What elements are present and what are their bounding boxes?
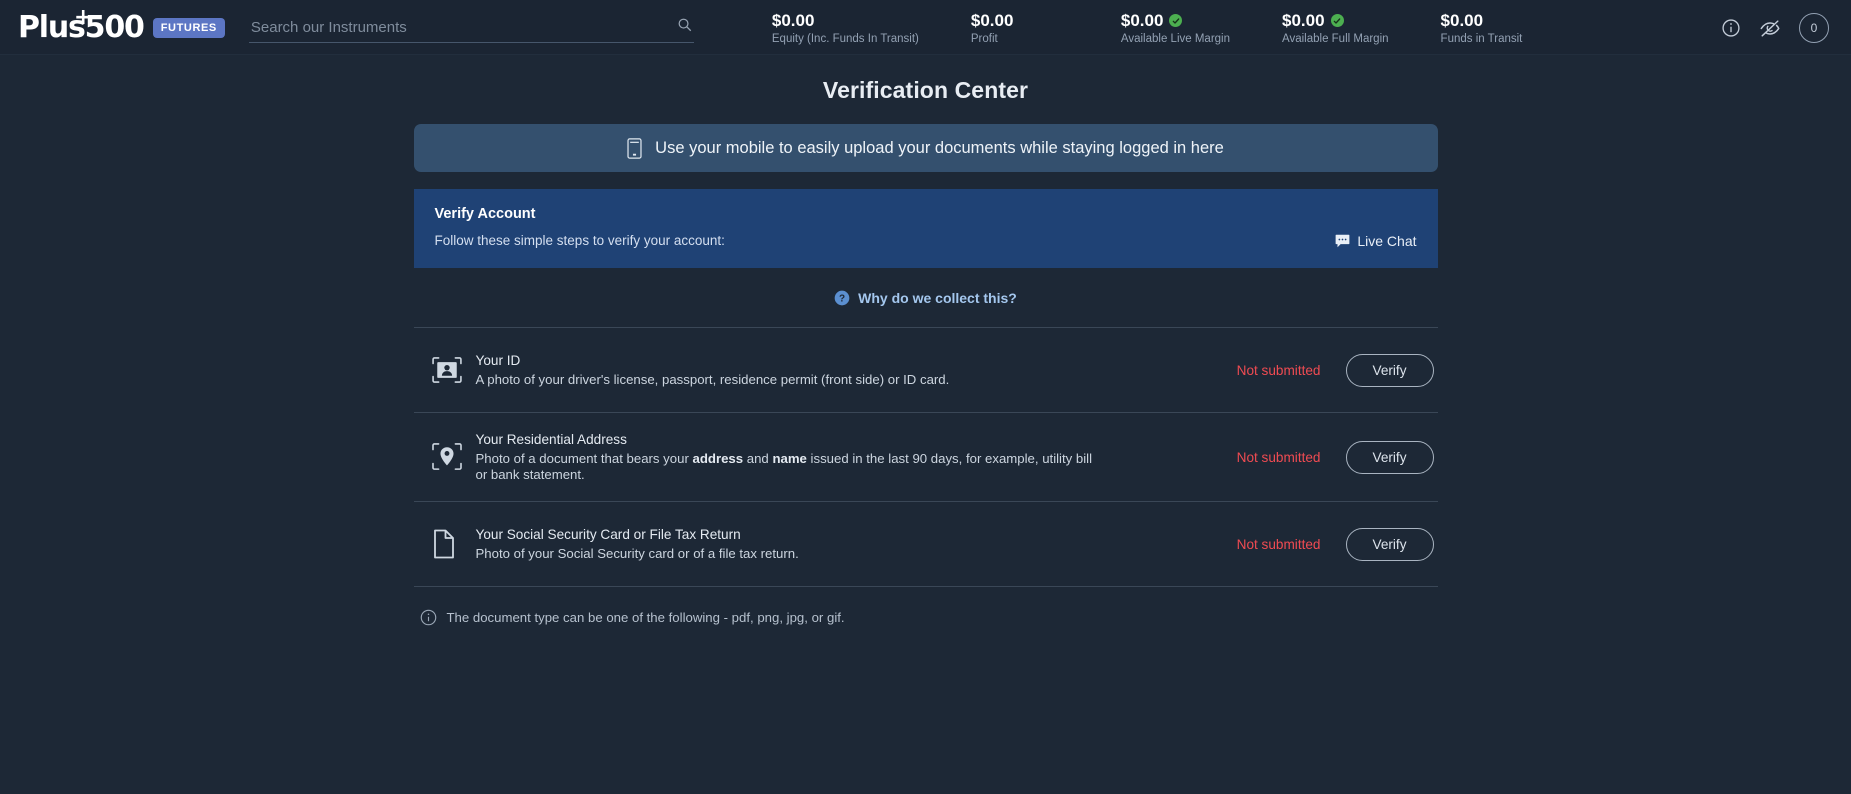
svg-text:?: ? — [839, 293, 845, 304]
verify-button[interactable]: Verify — [1345, 440, 1434, 474]
metric-label: Available Live Margin — [1120, 32, 1230, 45]
metric-value: $0.00 — [1440, 10, 1484, 30]
mobile-upload-banner[interactable]: Use your mobile to easily upload your do… — [413, 124, 1438, 172]
status-badge: Not submitted — [1236, 536, 1321, 552]
footnote-text: The document type can be one of the foll… — [446, 610, 845, 625]
metric-value: $0.00 — [970, 10, 1014, 30]
verify-button[interactable]: Verify — [1345, 527, 1434, 561]
document-text: Your ID A photo of your driver's license… — [476, 353, 1237, 388]
document-row-social-security: Your Social Security Card or File Tax Re… — [413, 502, 1438, 587]
verified-check-icon — [1330, 14, 1344, 27]
metric-profit: $0.00 Profit — [945, 11, 1095, 45]
search-box[interactable] — [248, 13, 694, 43]
location-pin-icon — [431, 443, 476, 471]
status-badge: Not submitted — [1236, 449, 1321, 465]
mobile-phone-icon — [627, 137, 642, 159]
document-page-icon — [432, 529, 476, 559]
id-card-icon — [431, 357, 476, 383]
metric-value: $0.00 — [1120, 10, 1164, 30]
document-text: Your Residential Address Photo of a docu… — [476, 432, 1237, 482]
search-input[interactable] — [248, 18, 694, 36]
main-content: Verification Center Use your mobile to e… — [0, 55, 1851, 626]
metric-available-full-margin: $0.00 Available Full Margin — [1256, 11, 1415, 45]
verify-button[interactable]: Verify — [1345, 353, 1434, 387]
metric-value-wrap: $0.00 — [1121, 11, 1183, 31]
document-list: Your ID A photo of your driver's license… — [413, 327, 1438, 587]
notification-count-badge[interactable]: 0 — [1799, 12, 1829, 43]
verify-account-panel: Verify Account Follow these simple steps… — [413, 189, 1438, 268]
logo-text: Plus500 + — [18, 6, 145, 43]
live-chat-label: Live Chat — [1357, 233, 1417, 249]
eye-off-icon[interactable] — [1759, 17, 1781, 39]
metric-value-wrap: $0.00 — [1282, 11, 1344, 31]
topbar-actions: 0 — [1721, 12, 1833, 43]
verified-check-icon — [1169, 14, 1183, 27]
document-title: Your Residential Address — [475, 432, 627, 447]
mobile-banner-text: Use your mobile to easily upload your do… — [655, 138, 1224, 157]
info-circle-icon[interactable] — [1721, 18, 1741, 38]
top-bar: Plus500 + FUTURES $0.00 Equity (Inc. Fun… — [0, 0, 1851, 55]
metric-funds-in-transit: $0.00 Funds in Transit — [1415, 11, 1565, 45]
verify-panel-subtitle: Follow these simple steps to verify your… — [434, 233, 725, 248]
metric-available-live-margin: $0.00 Available Live Margin — [1095, 11, 1256, 45]
account-metrics: $0.00 Equity (Inc. Funds In Transit) $0.… — [746, 11, 1721, 45]
metric-equity: $0.00 Equity (Inc. Funds In Transit) — [746, 11, 945, 45]
why-link-label: Why do we collect this? — [858, 290, 1017, 306]
document-row-address: Your Residential Address Photo of a docu… — [413, 413, 1438, 502]
verify-panel-title: Verify Account — [434, 206, 536, 222]
document-description: A photo of your driver's license, passpo… — [475, 371, 950, 387]
chat-bubble-icon — [1335, 234, 1350, 248]
brand-logo[interactable]: Plus500 + FUTURES — [18, 6, 225, 43]
metric-label: Funds in Transit — [1440, 32, 1523, 45]
metric-value: $0.00 — [1282, 10, 1325, 30]
search-icon[interactable] — [677, 17, 692, 37]
document-description: Photo of your Social Security card or of… — [475, 545, 799, 561]
document-row-id: Your ID A photo of your driver's license… — [413, 328, 1438, 413]
why-collect-row: ? Why do we collect this? — [414, 290, 1438, 306]
status-badge: Not submitted — [1236, 362, 1321, 378]
live-chat-button[interactable]: Live Chat — [1335, 233, 1417, 249]
logo-plus-icon: + — [74, 4, 92, 30]
page-title: Verification Center — [822, 77, 1029, 103]
content-container: Verification Center Use your mobile to e… — [413, 77, 1438, 626]
footnote: The document type can be one of the foll… — [414, 609, 1438, 626]
document-title: Your ID — [475, 352, 521, 368]
document-description: Photo of a document that bears your addr… — [475, 451, 1093, 482]
question-circle-icon: ? — [834, 290, 850, 306]
metric-label: Equity (Inc. Funds In Transit) — [771, 32, 919, 45]
why-do-we-collect-this-link[interactable]: ? Why do we collect this? — [834, 290, 1017, 306]
document-title: Your Social Security Card or File Tax Re… — [475, 526, 741, 542]
info-circle-icon — [420, 609, 437, 626]
futures-badge: FUTURES — [152, 17, 225, 38]
metric-value: $0.00 — [771, 10, 815, 30]
metric-label: Profit — [970, 32, 998, 45]
metric-label: Available Full Margin — [1282, 32, 1389, 45]
document-text: Your Social Security Card or File Tax Re… — [476, 527, 1237, 562]
